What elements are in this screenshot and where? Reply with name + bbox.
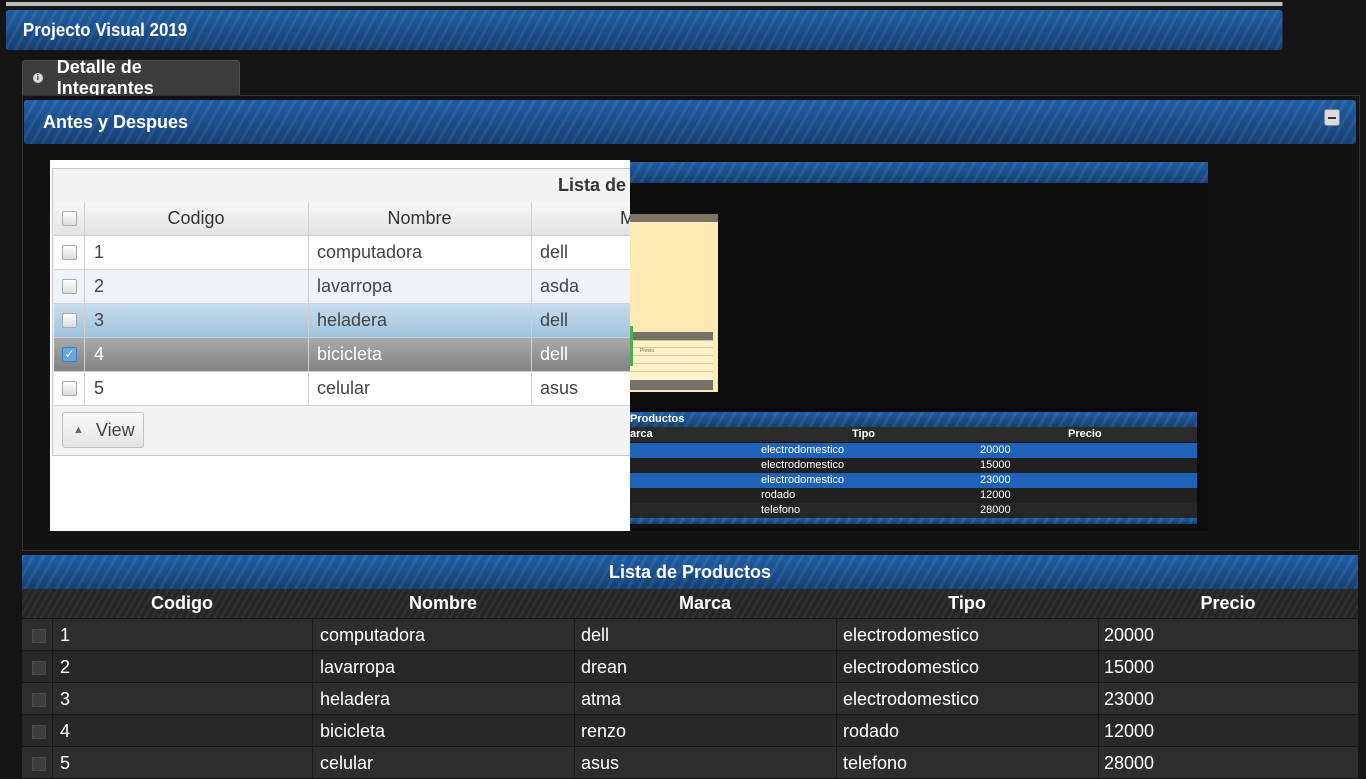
column-header[interactable]: Nombre [312, 589, 574, 618]
table-row[interactable]: 3 heladera atma electrodomestico 23000 [22, 682, 1358, 714]
cell-codigo: 5 [94, 378, 105, 398]
productos-table: Lista de Productos Codigo Nombre Marca T… [22, 555, 1358, 778]
mini-row: electrodomestico 23000 [630, 473, 1197, 488]
info-icon: i [33, 73, 43, 83]
panel-title: Antes y Despues [43, 111, 189, 132]
cell-marca: dell [581, 624, 610, 645]
cell-nombre: celular [320, 752, 374, 773]
cell-marca: asda [540, 276, 580, 296]
column-header[interactable]: Codigo [52, 589, 312, 618]
after-popup: Precio [630, 214, 718, 392]
cell-precio: 15000 [1104, 656, 1155, 677]
select-all-checkbox[interactable] [62, 211, 77, 226]
view-button[interactable]: ▲ View [62, 412, 144, 448]
row-checkbox[interactable] [62, 313, 77, 328]
row-checkbox[interactable] [62, 381, 77, 396]
table-row[interactable]: 4 bicicleta renzo rodado 12000 [22, 714, 1358, 746]
row-checkbox[interactable] [62, 245, 77, 260]
cell-codigo: 2 [94, 276, 105, 296]
row-checkbox[interactable] [32, 725, 46, 739]
column-header: Nombre [387, 208, 452, 228]
cell-codigo: 3 [94, 310, 105, 330]
column-header[interactable]: Precio [1098, 589, 1358, 618]
cell-tipo: rodado [843, 720, 900, 741]
checked-checkbox[interactable]: ✓ [62, 347, 77, 362]
cell-nombre: lavarropa [317, 276, 393, 296]
before-after-image: Lista de P Codigo Nombre M 1 computadora… [50, 160, 1208, 531]
tab-label: Detalle de Integrantes [56, 57, 154, 98]
cell-nombre: bicicleta [317, 344, 383, 364]
cell-nombre: lavarropa [320, 656, 396, 677]
cell-nombre: bicicleta [320, 720, 386, 741]
after-header-stripe [630, 162, 1208, 183]
table-row[interactable]: 2 lavarropa drean electrodomestico 15000 [22, 650, 1358, 682]
cell-tipo: electrodomestico [843, 656, 980, 677]
cell-codigo: 4 [94, 344, 105, 364]
collapse-icon[interactable] [1324, 109, 1340, 126]
cell-marca: atma [581, 688, 622, 709]
mini-row: electrodomestico 15000 [630, 458, 1197, 473]
mini-row: telefono 28000 [630, 503, 1197, 518]
cell-codigo: 1 [94, 242, 105, 262]
row-checkbox[interactable] [32, 629, 46, 643]
table-row[interactable]: 3 heladera dell [54, 304, 630, 338]
table-row[interactable]: 5 celular asus [54, 372, 630, 406]
table-row[interactable]: 1 computadora dell electrodomestico 2000… [22, 618, 1358, 650]
app-header: Projecto Visual 2019 [6, 2, 1283, 50]
table-title: Lista de Productos [22, 555, 1358, 589]
cell-marca: renzo [581, 720, 627, 741]
mini-header: arca Tipo Precio [630, 427, 1197, 442]
cell-precio: 28000 [1104, 752, 1155, 773]
cell-nombre: celular [317, 378, 371, 398]
tab-detalle-de-integrantes[interactable]: i Detalle de Integrantes [22, 57, 240, 98]
column-header[interactable]: Tipo [836, 589, 1098, 618]
mini-row: electrodomestico 20000 [630, 443, 1197, 458]
cell-marca: asus [581, 752, 620, 773]
cell-codigo: 2 [60, 656, 71, 677]
table-row[interactable]: 1 computadora dell [54, 236, 630, 270]
cell-tipo: electrodomestico [843, 624, 980, 645]
cell-marca: asus [540, 378, 579, 398]
cell-nombre: heladera [317, 310, 388, 330]
table-row-checked[interactable]: ✓ 4 bicicleta dell [54, 338, 630, 372]
row-checkbox[interactable] [32, 757, 46, 771]
mini-caption: Productos [630, 413, 685, 425]
cell-codigo: 3 [60, 688, 71, 709]
before-screenshot: Lista de P Codigo Nombre M 1 computadora… [50, 160, 643, 531]
table-row[interactable]: 5 celular asus telefono 28000 [22, 746, 1358, 778]
column-header[interactable]: Marca [574, 589, 836, 618]
table-header: Codigo Nombre Marca Tipo Precio [22, 589, 1358, 618]
cell-codigo: 5 [60, 752, 71, 773]
row-checkbox[interactable] [62, 279, 77, 294]
cell-precio: 23000 [1104, 688, 1155, 709]
cell-tipo: electrodomestico [843, 688, 980, 709]
cell-nombre: computadora [317, 242, 423, 262]
cell-precio: 12000 [1104, 720, 1155, 741]
cell-marca: dell [540, 344, 569, 364]
mini-row: rodado 12000 [630, 488, 1197, 503]
cell-precio: 20000 [1104, 624, 1155, 645]
cell-marca: drean [581, 656, 628, 677]
row-checkbox[interactable] [32, 693, 46, 707]
panel-header-antes-y-despues[interactable]: Antes y Despues [24, 100, 1356, 144]
app-title: Projecto Visual 2019 [22, 19, 188, 40]
popup-label: Precio [640, 348, 655, 354]
after-mini-table: Productos arca Tipo Precio electrodomest… [630, 412, 1197, 528]
column-header: Codigo [167, 208, 225, 228]
cell-marca: dell [540, 310, 569, 330]
view-button-label: View [95, 419, 135, 440]
cell-nombre: computadora [320, 624, 426, 645]
before-table-header: Codigo Nombre M [54, 202, 635, 236]
cell-codigo: 4 [60, 720, 71, 741]
chevron-up-icon: ▲ [73, 424, 84, 436]
cell-nombre: heladera [320, 688, 391, 709]
table-row[interactable]: 2 lavarropa asda [54, 270, 630, 304]
cell-marca: dell [540, 242, 569, 262]
cell-tipo: telefono [843, 752, 908, 773]
row-checkbox[interactable] [32, 661, 46, 675]
cell-codigo: 1 [60, 624, 71, 645]
